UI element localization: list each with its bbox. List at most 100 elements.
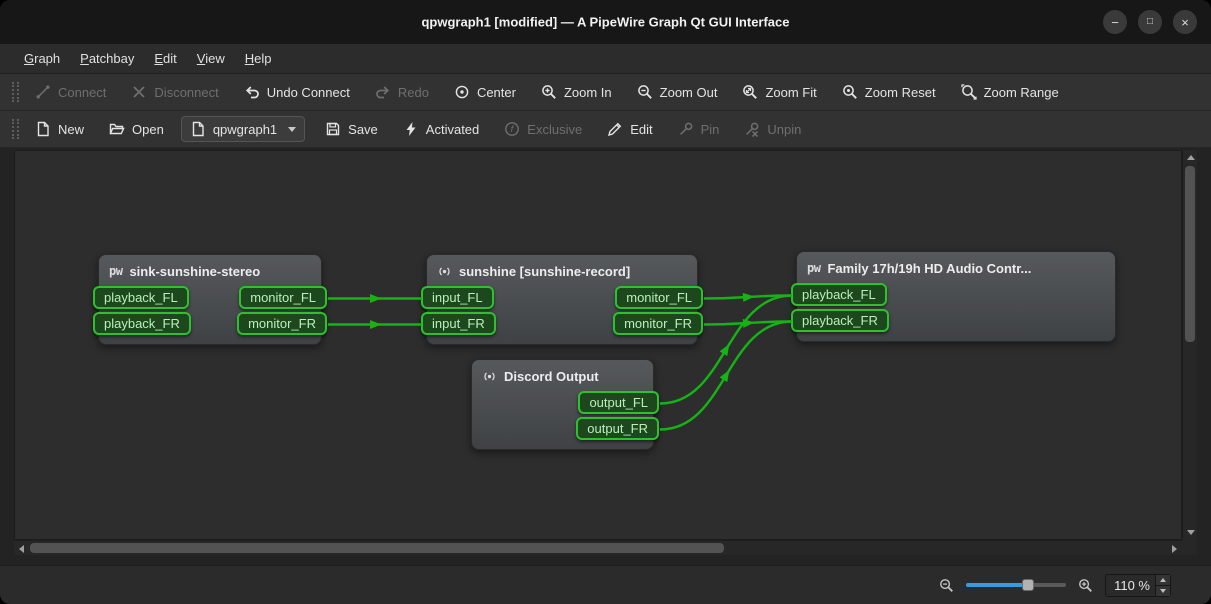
- scroll-right-button[interactable]: [1167, 541, 1182, 556]
- vertical-scroll-track[interactable]: [1183, 165, 1197, 525]
- node-title: Discord Output: [504, 369, 599, 384]
- zoom-out-button[interactable]: Zoom Out: [629, 79, 726, 105]
- vertical-scrollbar[interactable]: [1182, 150, 1197, 540]
- pipewire-icon: pw: [807, 261, 820, 275]
- node-ports: playback_FL playback_FR: [797, 279, 1115, 341]
- edit-toggle[interactable]: Edit: [599, 116, 660, 142]
- disconnect-button[interactable]: Disconnect: [123, 79, 226, 105]
- title-bar[interactable]: qpwgraph1 [modified] — A PipeWire Graph …: [0, 0, 1211, 44]
- scroll-left-button[interactable]: [14, 541, 29, 556]
- zoom-range-icon: [961, 84, 977, 100]
- save-icon: [325, 121, 341, 137]
- port-output-fr[interactable]: output_FR: [576, 417, 659, 440]
- port-playback-fl[interactable]: playback_FL: [93, 286, 189, 309]
- connect-button[interactable]: Connect: [27, 79, 114, 105]
- zoom-slider-handle[interactable]: [1022, 579, 1034, 591]
- audio-record-icon: [437, 264, 452, 279]
- app-window: qpwgraph1 [modified] — A PipeWire Graph …: [0, 0, 1211, 604]
- connect-label: Connect: [58, 85, 106, 100]
- port-monitor-fl[interactable]: monitor_FL: [615, 286, 703, 309]
- port-input-fr[interactable]: input_FR: [421, 312, 496, 335]
- menu-bar: Graph Patchbay Edit View Help: [0, 44, 1211, 74]
- open-button[interactable]: Open: [101, 116, 172, 142]
- port-playback-fr[interactable]: playback_FR: [93, 312, 191, 335]
- graph-canvas[interactable]: pw sink-sunshine-stereo playback_FL play…: [14, 150, 1182, 540]
- port-monitor-fr[interactable]: monitor_FR: [613, 312, 703, 335]
- disconnect-label: Disconnect: [154, 85, 218, 100]
- undo-connect-label: Undo Connect: [267, 85, 350, 100]
- horizontal-scrollbar[interactable]: [14, 540, 1182, 555]
- menu-view[interactable]: View: [187, 47, 235, 70]
- node-header[interactable]: pw Family 17h/19h HD Audio Contr...: [797, 252, 1115, 279]
- window-title: qpwgraph1 [modified] — A PipeWire Graph …: [0, 15, 1211, 30]
- unpin-button[interactable]: Unpin: [736, 116, 809, 142]
- patchbay-profile-value: qpwgraph1: [213, 122, 277, 137]
- zoom-spinbox[interactable]: 110 %: [1105, 574, 1171, 597]
- node-ports: output_FL output_FR: [472, 387, 653, 449]
- horizontal-scroll-thumb[interactable]: [30, 543, 724, 553]
- center-label: Center: [477, 85, 516, 100]
- node-header[interactable]: pw sink-sunshine-stereo: [99, 255, 321, 282]
- zoom-step-up-button[interactable]: [1156, 575, 1170, 586]
- zoom-value[interactable]: 110 %: [1106, 575, 1155, 596]
- node-header[interactable]: Discord Output: [472, 360, 653, 387]
- zoom-reset-label: Zoom Reset: [865, 85, 936, 100]
- zoom-in-icon: [541, 84, 557, 100]
- zoom-fit-icon: [742, 84, 758, 100]
- zoom-step-down-button[interactable]: [1156, 586, 1170, 596]
- horizontal-scroll-track[interactable]: [29, 541, 1167, 555]
- maximize-button[interactable]: □: [1138, 10, 1162, 34]
- exclusive-toggle[interactable]: Exclusive: [496, 116, 590, 142]
- vertical-scroll-thumb[interactable]: [1185, 166, 1195, 342]
- zoom-reset-button[interactable]: Zoom Reset: [834, 79, 944, 105]
- port-output-fl[interactable]: output_FL: [578, 391, 659, 414]
- connect-icon: [35, 84, 51, 100]
- zoom-in-icon[interactable]: [1078, 578, 1093, 593]
- menu-help[interactable]: Help: [235, 47, 282, 70]
- graph-node-discord-output[interactable]: Discord Output output_FL output_FR: [471, 359, 654, 450]
- undo-connect-button[interactable]: Undo Connect: [236, 79, 358, 105]
- port-monitor-fl[interactable]: monitor_FL: [239, 286, 327, 309]
- zoom-range-button[interactable]: Zoom Range: [953, 79, 1067, 105]
- graph-node-family-hd-audio[interactable]: pw Family 17h/19h HD Audio Contr... play…: [796, 251, 1116, 342]
- toolbar-drag-handle[interactable]: [12, 82, 19, 102]
- zoom-out-icon[interactable]: [939, 578, 954, 593]
- exclusive-label: Exclusive: [527, 122, 582, 137]
- activated-toggle[interactable]: Activated: [395, 116, 487, 142]
- zoom-fit-button[interactable]: Zoom Fit: [734, 79, 824, 105]
- menu-graph[interactable]: Graph: [14, 47, 70, 70]
- menu-edit[interactable]: Edit: [144, 47, 186, 70]
- redo-button[interactable]: Redo: [367, 79, 437, 105]
- port-monitor-fr[interactable]: monitor_FR: [237, 312, 327, 335]
- new-button[interactable]: New: [27, 116, 92, 142]
- node-header[interactable]: sunshine [sunshine-record]: [427, 255, 697, 282]
- disconnect-icon: [131, 84, 147, 100]
- minimize-button[interactable]: −: [1103, 10, 1127, 34]
- toolbar-drag-handle[interactable]: [12, 119, 19, 139]
- patchbay-profile-combo[interactable]: qpwgraph1: [181, 116, 305, 142]
- zoom-slider[interactable]: [966, 578, 1066, 592]
- node-ports: playback_FL playback_FR monitor_FL monit…: [99, 282, 321, 344]
- close-button[interactable]: ×: [1173, 10, 1197, 34]
- redo-label: Redo: [398, 85, 429, 100]
- node-title: sunshine [sunshine-record]: [459, 264, 630, 279]
- new-file-icon: [35, 121, 51, 137]
- node-ports: input_FL input_FR monitor_FL monitor_FR: [427, 282, 697, 344]
- save-button[interactable]: Save: [317, 116, 386, 142]
- zoom-in-button[interactable]: Zoom In: [533, 79, 620, 105]
- zoom-out-label: Zoom Out: [660, 85, 718, 100]
- graph-node-sunshine[interactable]: sunshine [sunshine-record] input_FL inpu…: [426, 254, 698, 345]
- patchbay-file-icon: [190, 121, 206, 137]
- graph-node-sink-sunshine-stereo[interactable]: pw sink-sunshine-stereo playback_FL play…: [98, 254, 322, 345]
- port-playback-fl[interactable]: playback_FL: [791, 283, 887, 306]
- center-icon: [454, 84, 470, 100]
- pin-button[interactable]: Pin: [670, 116, 728, 142]
- port-input-fl[interactable]: input_FL: [421, 286, 494, 309]
- center-button[interactable]: Center: [446, 79, 524, 105]
- lightning-icon: [403, 121, 419, 137]
- menu-patchbay[interactable]: Patchbay: [70, 47, 144, 70]
- connections-layer: [15, 151, 1181, 539]
- scroll-up-button[interactable]: [1183, 150, 1198, 165]
- port-playback-fr[interactable]: playback_FR: [791, 309, 889, 332]
- scroll-down-button[interactable]: [1183, 525, 1198, 540]
